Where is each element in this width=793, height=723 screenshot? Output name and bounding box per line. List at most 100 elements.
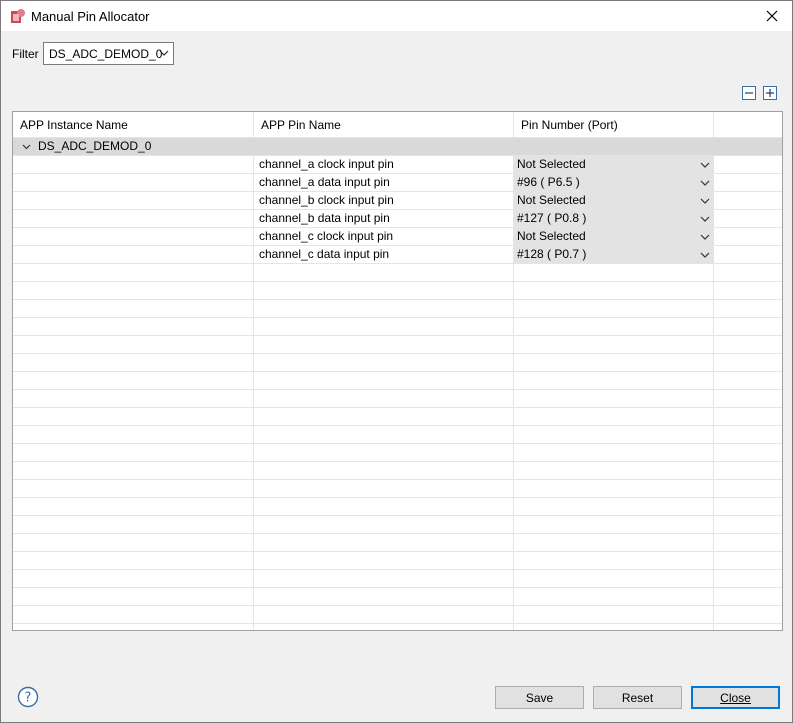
empty-cell	[13, 390, 254, 408]
instance-cell	[13, 228, 254, 246]
empty-cell	[254, 498, 514, 516]
close-icon	[766, 10, 778, 22]
column-header-instance[interactable]: APP Instance Name	[13, 112, 254, 138]
pin-number-value: #96 ( P6.5 )	[517, 175, 580, 189]
empty-cell	[714, 264, 782, 282]
extra-cell	[714, 228, 782, 246]
reset-button[interactable]: Reset	[593, 686, 682, 709]
empty-cell	[254, 462, 514, 480]
empty-cell	[13, 624, 254, 630]
pin-number-select[interactable]: #128 ( P0.7 )	[514, 246, 714, 263]
empty-row	[13, 264, 782, 282]
pin-number-select[interactable]: Not Selected	[514, 228, 714, 245]
collapse-all-icon[interactable]	[742, 86, 756, 100]
empty-row	[13, 480, 782, 498]
filter-select-value: DS_ADC_DEMOD_0	[49, 46, 163, 61]
save-button[interactable]: Save	[495, 686, 584, 709]
pin-number-select[interactable]: #127 ( P0.8 )	[514, 210, 714, 227]
pin-name-cell: channel_c data input pin	[254, 246, 514, 264]
empty-row	[13, 300, 782, 318]
filter-label: Filter	[12, 47, 39, 61]
extra-cell	[714, 174, 782, 192]
help-icon[interactable]: ?	[17, 686, 39, 708]
empty-row	[13, 318, 782, 336]
chevron-down-icon	[700, 234, 710, 240]
expand-all-icon[interactable]	[763, 86, 777, 100]
empty-cell	[514, 282, 714, 300]
empty-cell	[514, 498, 714, 516]
empty-cell	[13, 372, 254, 390]
pin-number-value: Not Selected	[517, 193, 586, 207]
empty-cell	[13, 588, 254, 606]
empty-cell	[254, 606, 514, 624]
extra-cell	[714, 192, 782, 210]
window-close-button[interactable]	[752, 1, 792, 31]
empty-row	[13, 408, 782, 426]
table-row[interactable]: channel_c clock input pin Not Selected	[13, 228, 782, 246]
window-title: Manual Pin Allocator	[31, 9, 150, 24]
empty-cell	[514, 606, 714, 624]
empty-cell	[254, 354, 514, 372]
empty-cell	[13, 426, 254, 444]
table-row[interactable]: channel_a data input pin #96 ( P6.5 )	[13, 174, 782, 192]
empty-cell	[514, 372, 714, 390]
empty-cell	[514, 552, 714, 570]
empty-cell	[514, 462, 714, 480]
column-header-pin-number[interactable]: Pin Number (Port)	[514, 112, 714, 138]
empty-cell	[254, 372, 514, 390]
empty-cell	[514, 390, 714, 408]
empty-cell	[13, 516, 254, 534]
empty-cell	[254, 390, 514, 408]
close-button[interactable]: Close	[691, 686, 780, 709]
table-row[interactable]: channel_c data input pin #128 ( P0.7 )	[13, 246, 782, 264]
empty-cell	[13, 570, 254, 588]
table-row[interactable]: channel_b data input pin #127 ( P0.8 )	[13, 210, 782, 228]
empty-cell	[254, 264, 514, 282]
table-row[interactable]: channel_a clock input pin Not Selected	[13, 156, 782, 174]
empty-cell	[714, 426, 782, 444]
empty-row	[13, 624, 782, 630]
extra-cell	[714, 156, 782, 174]
title-bar: Manual Pin Allocator	[1, 1, 792, 31]
empty-row	[13, 498, 782, 516]
empty-cell	[254, 534, 514, 552]
empty-cell	[254, 336, 514, 354]
empty-cell	[514, 480, 714, 498]
instance-cell	[13, 156, 254, 174]
empty-cell	[714, 372, 782, 390]
group-row[interactable]: DS_ADC_DEMOD_0	[13, 138, 782, 156]
column-header-pin-name[interactable]: APP Pin Name	[254, 112, 514, 138]
instance-cell	[13, 210, 254, 228]
pin-number-select[interactable]: Not Selected	[514, 192, 714, 209]
empty-cell	[13, 552, 254, 570]
empty-row	[13, 354, 782, 372]
chevron-down-icon[interactable]	[22, 143, 31, 151]
empty-row	[13, 336, 782, 354]
empty-cell	[714, 552, 782, 570]
empty-cell	[13, 318, 254, 336]
empty-cell	[254, 300, 514, 318]
empty-cell	[13, 480, 254, 498]
instance-cell	[13, 192, 254, 210]
empty-cell	[13, 354, 254, 372]
empty-cell	[13, 606, 254, 624]
empty-cell	[714, 498, 782, 516]
pin-number-select[interactable]: #96 ( P6.5 )	[514, 174, 714, 191]
empty-cell	[13, 444, 254, 462]
empty-row	[13, 426, 782, 444]
empty-cell	[714, 408, 782, 426]
empty-cell	[254, 318, 514, 336]
empty-cell	[714, 480, 782, 498]
empty-cell	[514, 318, 714, 336]
empty-cell	[714, 570, 782, 588]
close-button-label: Close	[720, 690, 751, 705]
table-row[interactable]: channel_b clock input pin Not Selected	[13, 192, 782, 210]
pin-number-select[interactable]: Not Selected	[514, 156, 714, 173]
empty-cell	[514, 408, 714, 426]
pin-number-value: #128 ( P0.7 )	[517, 247, 587, 261]
filter-select[interactable]: DS_ADC_DEMOD_0	[43, 42, 174, 65]
empty-cell	[254, 624, 514, 630]
chevron-down-icon	[700, 180, 710, 186]
empty-cell	[514, 426, 714, 444]
empty-row	[13, 444, 782, 462]
